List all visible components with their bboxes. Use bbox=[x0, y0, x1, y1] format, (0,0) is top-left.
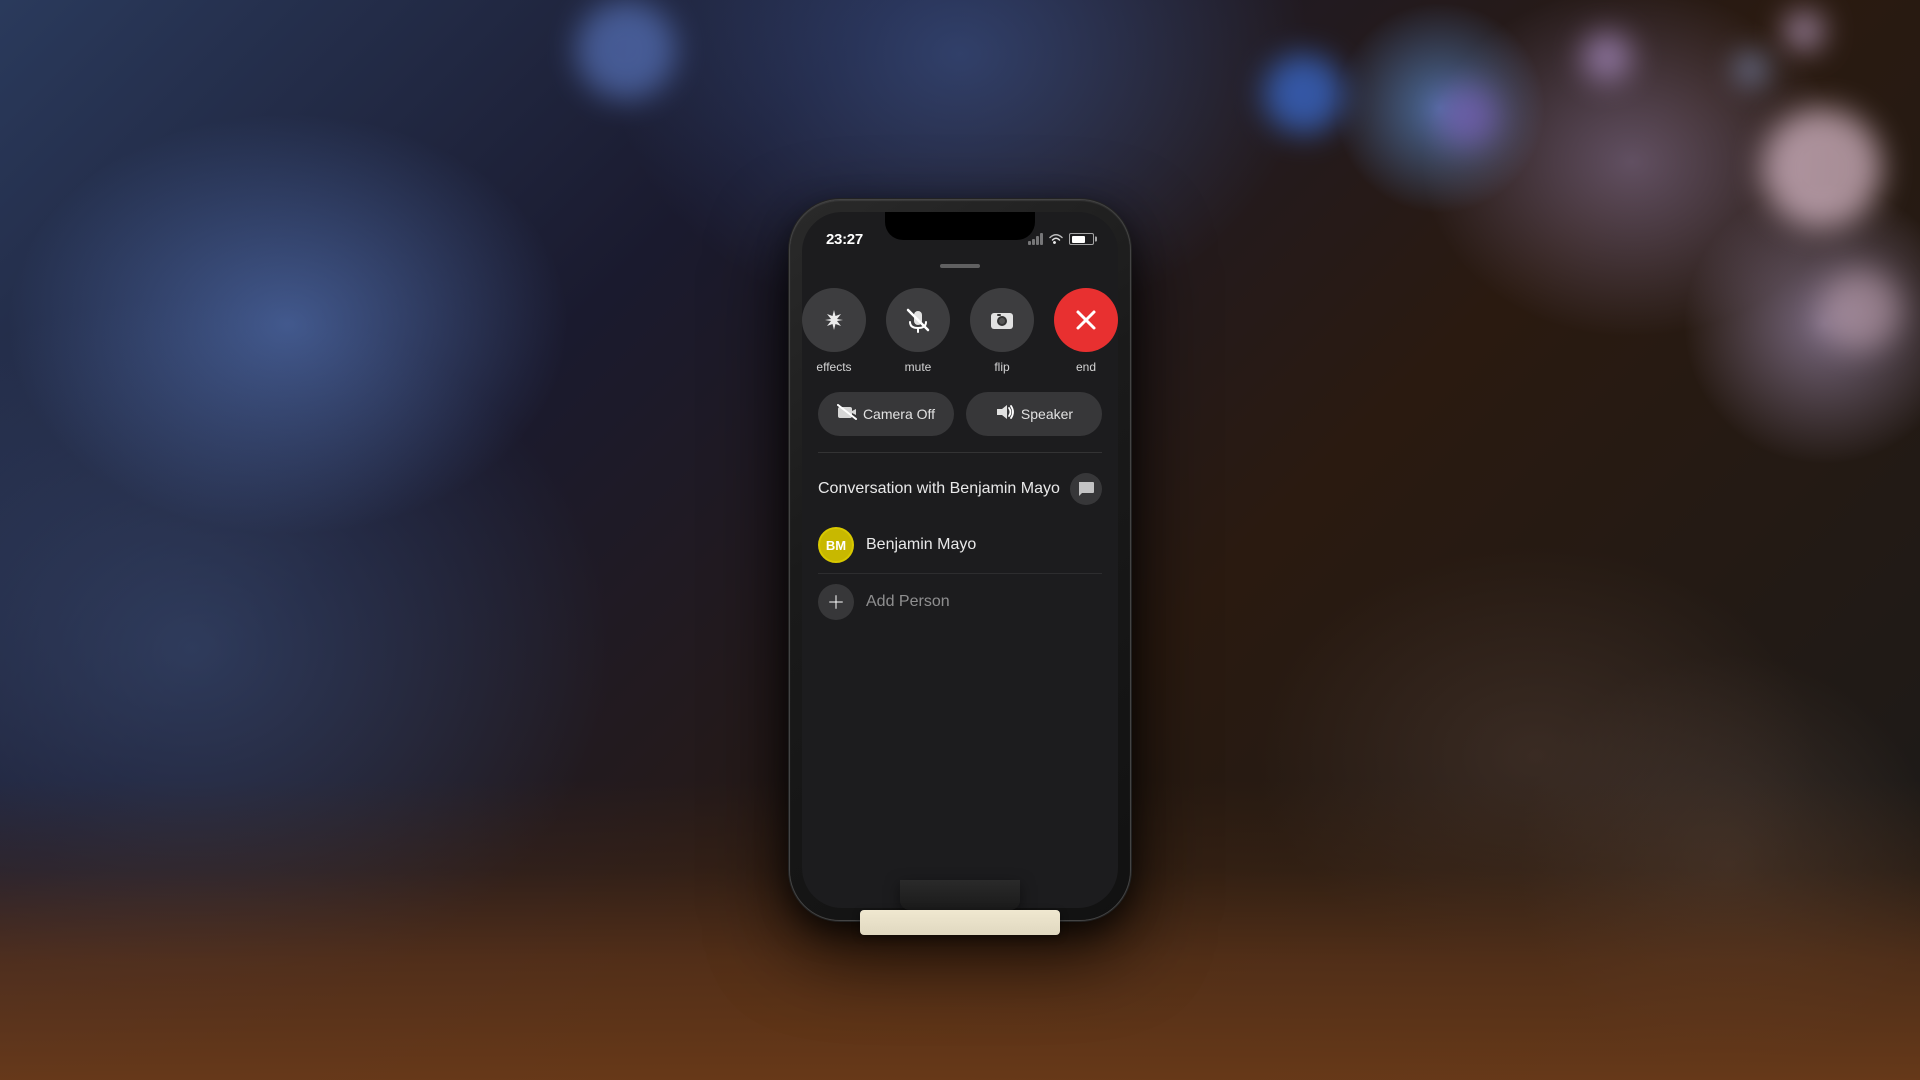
flip-icon bbox=[988, 306, 1016, 334]
section-divider bbox=[818, 452, 1102, 453]
status-icons bbox=[1028, 233, 1094, 245]
bokeh-circle bbox=[1821, 270, 1901, 350]
add-person-label: Add Person bbox=[866, 593, 950, 611]
mute-icon bbox=[904, 306, 932, 334]
bokeh-circle bbox=[576, 0, 676, 100]
add-person-circle bbox=[818, 584, 854, 620]
phone-stand bbox=[900, 880, 1020, 910]
speaker-button[interactable]: Speaker bbox=[966, 392, 1102, 436]
effects-button-circle bbox=[802, 288, 866, 352]
phone-screen: 23:27 bbox=[802, 212, 1118, 908]
call-interface: effects mute bbox=[802, 268, 1118, 630]
add-icon bbox=[827, 593, 845, 611]
end-button[interactable]: end bbox=[1054, 288, 1118, 374]
camera-off-button[interactable]: Camera Off bbox=[818, 392, 954, 436]
bokeh-circle bbox=[1438, 86, 1498, 146]
wide-buttons-row: Camera Off Speaker bbox=[818, 392, 1102, 436]
signal-bar-2 bbox=[1032, 239, 1035, 245]
avatar-initials: BM bbox=[826, 538, 846, 553]
call-buttons-row: effects mute bbox=[818, 268, 1102, 384]
end-icon bbox=[1074, 308, 1098, 332]
speaker-icon bbox=[995, 403, 1015, 426]
battery-icon bbox=[1069, 233, 1094, 245]
camera-off-icon bbox=[837, 404, 857, 425]
phone-wrapper: 23:27 bbox=[790, 200, 1130, 880]
message-button[interactable] bbox=[1070, 473, 1102, 505]
conversation-header: Conversation with Benjamin Mayo bbox=[818, 457, 1102, 517]
flip-button[interactable]: flip bbox=[970, 288, 1034, 374]
battery-fill bbox=[1072, 236, 1085, 243]
end-label: end bbox=[1076, 360, 1096, 374]
status-time: 23:27 bbox=[826, 231, 863, 248]
effects-button[interactable]: effects bbox=[802, 288, 866, 374]
bokeh-circle bbox=[1762, 108, 1882, 228]
bokeh-circle bbox=[1784, 11, 1824, 51]
flip-label: flip bbox=[994, 360, 1009, 374]
mute-button-circle bbox=[886, 288, 950, 352]
contact-avatar: BM bbox=[818, 527, 854, 563]
effects-label: effects bbox=[816, 360, 851, 374]
message-icon bbox=[1077, 480, 1095, 498]
contact-row: BM Benjamin Mayo bbox=[818, 517, 1102, 574]
bokeh-circle bbox=[1264, 54, 1344, 134]
camera-off-label: Camera Off bbox=[863, 406, 935, 422]
add-person-row[interactable]: Add Person bbox=[818, 574, 1102, 630]
contact-name: Benjamin Mayo bbox=[866, 536, 976, 554]
phone-packaging bbox=[860, 910, 1060, 935]
signal-icon bbox=[1028, 233, 1043, 245]
end-button-circle bbox=[1054, 288, 1118, 352]
flip-button-circle bbox=[970, 288, 1034, 352]
effects-icon bbox=[820, 306, 848, 334]
conversation-title: Conversation with Benjamin Mayo bbox=[818, 480, 1060, 498]
signal-bar-4 bbox=[1040, 233, 1043, 245]
signal-bar-1 bbox=[1028, 241, 1031, 245]
speaker-label: Speaker bbox=[1021, 406, 1073, 422]
phone-device: 23:27 bbox=[790, 200, 1130, 920]
wifi-icon bbox=[1048, 233, 1064, 245]
signal-bar-3 bbox=[1036, 236, 1039, 245]
mute-label: mute bbox=[905, 360, 932, 374]
phone-notch bbox=[885, 212, 1035, 240]
mute-button[interactable]: mute bbox=[886, 288, 950, 374]
